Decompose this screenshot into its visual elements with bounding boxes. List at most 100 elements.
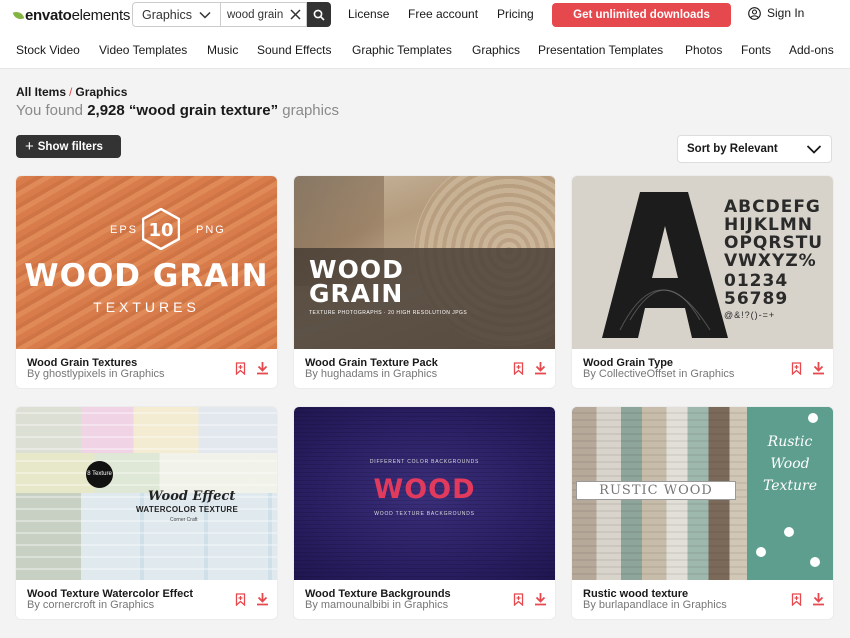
results-count: 2,928 — [87, 102, 125, 119]
thumb-subline: TEXTURE PHOTOGRAPHS · 20 HIGH RESOLUTION… — [309, 310, 468, 316]
item-card[interactable]: ABCDEFG HIJKLMN OPQRSTU VWXYZ% 01234 567… — [572, 176, 833, 388]
bookmark-icon[interactable] — [791, 593, 802, 606]
flower-decoration — [808, 413, 818, 423]
clear-icon[interactable] — [289, 8, 302, 21]
flower-decoration — [756, 547, 766, 557]
nav-photos[interactable]: Photos — [685, 43, 722, 57]
item-info: Wood Texture Backgrounds By mamounalbibi… — [294, 580, 555, 619]
item-author[interactable]: By hughadams in Graphics — [305, 368, 437, 380]
download-icon[interactable] — [812, 592, 825, 606]
sign-in-link[interactable]: Sign In — [748, 6, 804, 20]
letter-a-graphic — [602, 192, 728, 338]
show-filters-button[interactable]: + Show filters — [16, 135, 121, 158]
bookmark-icon[interactable] — [513, 362, 524, 375]
nav-graphics[interactable]: Graphics — [472, 43, 520, 57]
thumb-badge: 8 Texture — [86, 461, 113, 488]
item-author[interactable]: By burlapandlace in Graphics — [583, 599, 727, 611]
search-button[interactable] — [307, 2, 331, 27]
leaf-icon — [12, 9, 25, 21]
bookmark-icon[interactable] — [791, 362, 802, 375]
search-input-value: wood grain — [227, 8, 284, 21]
sort-label: Sort by Relevant — [687, 143, 778, 155]
sort-dropdown[interactable]: Sort by Relevant — [677, 135, 832, 163]
logo-text-light: elements — [71, 6, 131, 24]
item-info: Wood Grain Texture Pack By hughadams in … — [294, 349, 555, 388]
breadcrumb-separator: / — [69, 85, 73, 99]
item-card[interactable]: RUSTIC WOOD Rustic Wood Texture Rustic wo… — [572, 407, 833, 619]
thumb-headline: WOOD GRAIN — [24, 258, 269, 294]
item-author[interactable]: By cornercroft in Graphics — [27, 599, 154, 611]
thumb-text: EPS — [110, 224, 139, 236]
free-account-link[interactable]: Free account — [408, 7, 478, 21]
thumb-subline: TEXTURES — [93, 299, 200, 315]
category-nav: Stock Video Video Templates Music Sound … — [0, 43, 850, 63]
thumb-text: PNG — [196, 224, 226, 236]
download-icon[interactable] — [256, 592, 269, 606]
bookmark-icon[interactable] — [513, 593, 524, 606]
chevron-down-icon — [806, 145, 822, 154]
item-card[interactable]: 8 Texture Wood Effect WATERCOLOR TEXTURE… — [16, 407, 277, 619]
bookmark-icon[interactable] — [235, 362, 246, 375]
download-icon[interactable] — [534, 361, 547, 375]
category-select[interactable]: Graphics — [132, 2, 221, 27]
nav-music[interactable]: Music — [207, 43, 238, 57]
search-box: Graphics wood grain — [132, 2, 331, 27]
search-input[interactable]: wood grain — [221, 2, 307, 27]
thumb-headline: WOOD — [373, 474, 476, 505]
item-thumbnail[interactable]: ABCDEFG HIJKLMN OPQRSTU VWXYZ% 01234 567… — [572, 176, 833, 349]
item-author[interactable]: By ghostlypixels in Graphics — [27, 368, 165, 380]
nav-fonts[interactable]: Fonts — [741, 43, 771, 57]
thumb-digits: 01234 56789 — [724, 271, 789, 309]
badge-number: 10 — [148, 220, 173, 241]
item-thumbnail[interactable]: 8 Texture Wood Effect WATERCOLOR TEXTURE… — [16, 407, 277, 580]
sign-in-label: Sign In — [767, 6, 805, 20]
category-select-value: Graphics — [142, 7, 193, 22]
item-author[interactable]: By CollectiveOffset in Graphics — [583, 368, 734, 380]
nav-graphic-templates[interactable]: Graphic Templates — [352, 43, 452, 57]
item-info: Rustic wood texture By burlapandlace in … — [572, 580, 833, 619]
nav-video-templates[interactable]: Video Templates — [99, 43, 187, 57]
flower-decoration — [784, 527, 794, 537]
item-thumbnail[interactable]: RUSTIC WOOD Rustic Wood Texture — [572, 407, 833, 580]
results-suffix: graphics — [282, 102, 339, 119]
search-icon — [313, 9, 325, 21]
wood-grain-overlay — [16, 407, 277, 580]
license-link[interactable]: License — [348, 7, 389, 21]
download-icon[interactable] — [534, 592, 547, 606]
item-thumbnail[interactable]: DIFFERENT COLOR BACKGROUNDS WOOD WOOD TE… — [294, 407, 555, 580]
nav-sound-effects[interactable]: Sound Effects — [257, 43, 332, 57]
item-thumbnail[interactable]: EPS 10 PNG WOOD GRAIN TEXTURES — [16, 176, 277, 349]
top-bar: envato elements Graphics wood grain Licen… — [0, 0, 850, 68]
nav-stock-video[interactable]: Stock Video — [16, 43, 80, 57]
breadcrumb-all-items[interactable]: All Items — [16, 85, 66, 99]
nav-add-ons[interactable]: Add-ons — [789, 43, 834, 57]
envato-logo[interactable]: envato elements — [12, 6, 131, 24]
item-card[interactable]: WOOD GRAIN TEXTURE PHOTOGRAPHS · 20 HIGH … — [294, 176, 555, 388]
plus-icon: + — [25, 138, 34, 155]
item-author[interactable]: By mamounalbibi in Graphics — [305, 599, 448, 611]
item-card[interactable]: EPS 10 PNG WOOD GRAIN TEXTURES Wood Grai… — [16, 176, 277, 388]
chevron-down-icon — [199, 11, 211, 19]
item-card[interactable]: DIFFERENT COLOR BACKGROUNDS WOOD WOOD TE… — [294, 407, 555, 619]
nav-presentation-templates[interactable]: Presentation Templates — [538, 43, 663, 57]
results-summary: You found 2,928 “wood grain texture” gra… — [16, 102, 339, 119]
download-icon[interactable] — [256, 361, 269, 375]
thumb-topline: DIFFERENT COLOR BACKGROUNDS — [369, 459, 480, 465]
get-unlimited-downloads-button[interactable]: Get unlimited downloads — [552, 3, 731, 27]
thumb-line: Rustic Wood — [767, 434, 813, 472]
results-query: “wood grain texture” — [128, 102, 279, 119]
item-thumbnail[interactable]: WOOD GRAIN TEXTURE PHOTOGRAPHS · 20 HIGH … — [294, 176, 555, 349]
bookmark-icon[interactable] — [235, 593, 246, 606]
breadcrumb: All Items / Graphics — [16, 85, 127, 99]
thumb-letters: ABCDEFG HIJKLMN OPQRSTU VWXYZ% — [724, 197, 824, 271]
item-info: Wood Grain Type By CollectiveOffset in G… — [572, 349, 833, 388]
download-icon[interactable] — [812, 361, 825, 375]
thumb-banner: RUSTIC WOOD — [576, 481, 736, 500]
thumb-line: Texture — [762, 478, 818, 494]
pricing-link[interactable]: Pricing — [497, 7, 534, 21]
breadcrumb-graphics[interactable]: Graphics — [75, 85, 127, 99]
thumb-headline: WOOD GRAIN — [309, 257, 404, 308]
thumb-line: GRAIN — [309, 279, 404, 308]
logo-text-bold: envato — [25, 6, 72, 24]
results-prefix: You found — [16, 102, 84, 119]
